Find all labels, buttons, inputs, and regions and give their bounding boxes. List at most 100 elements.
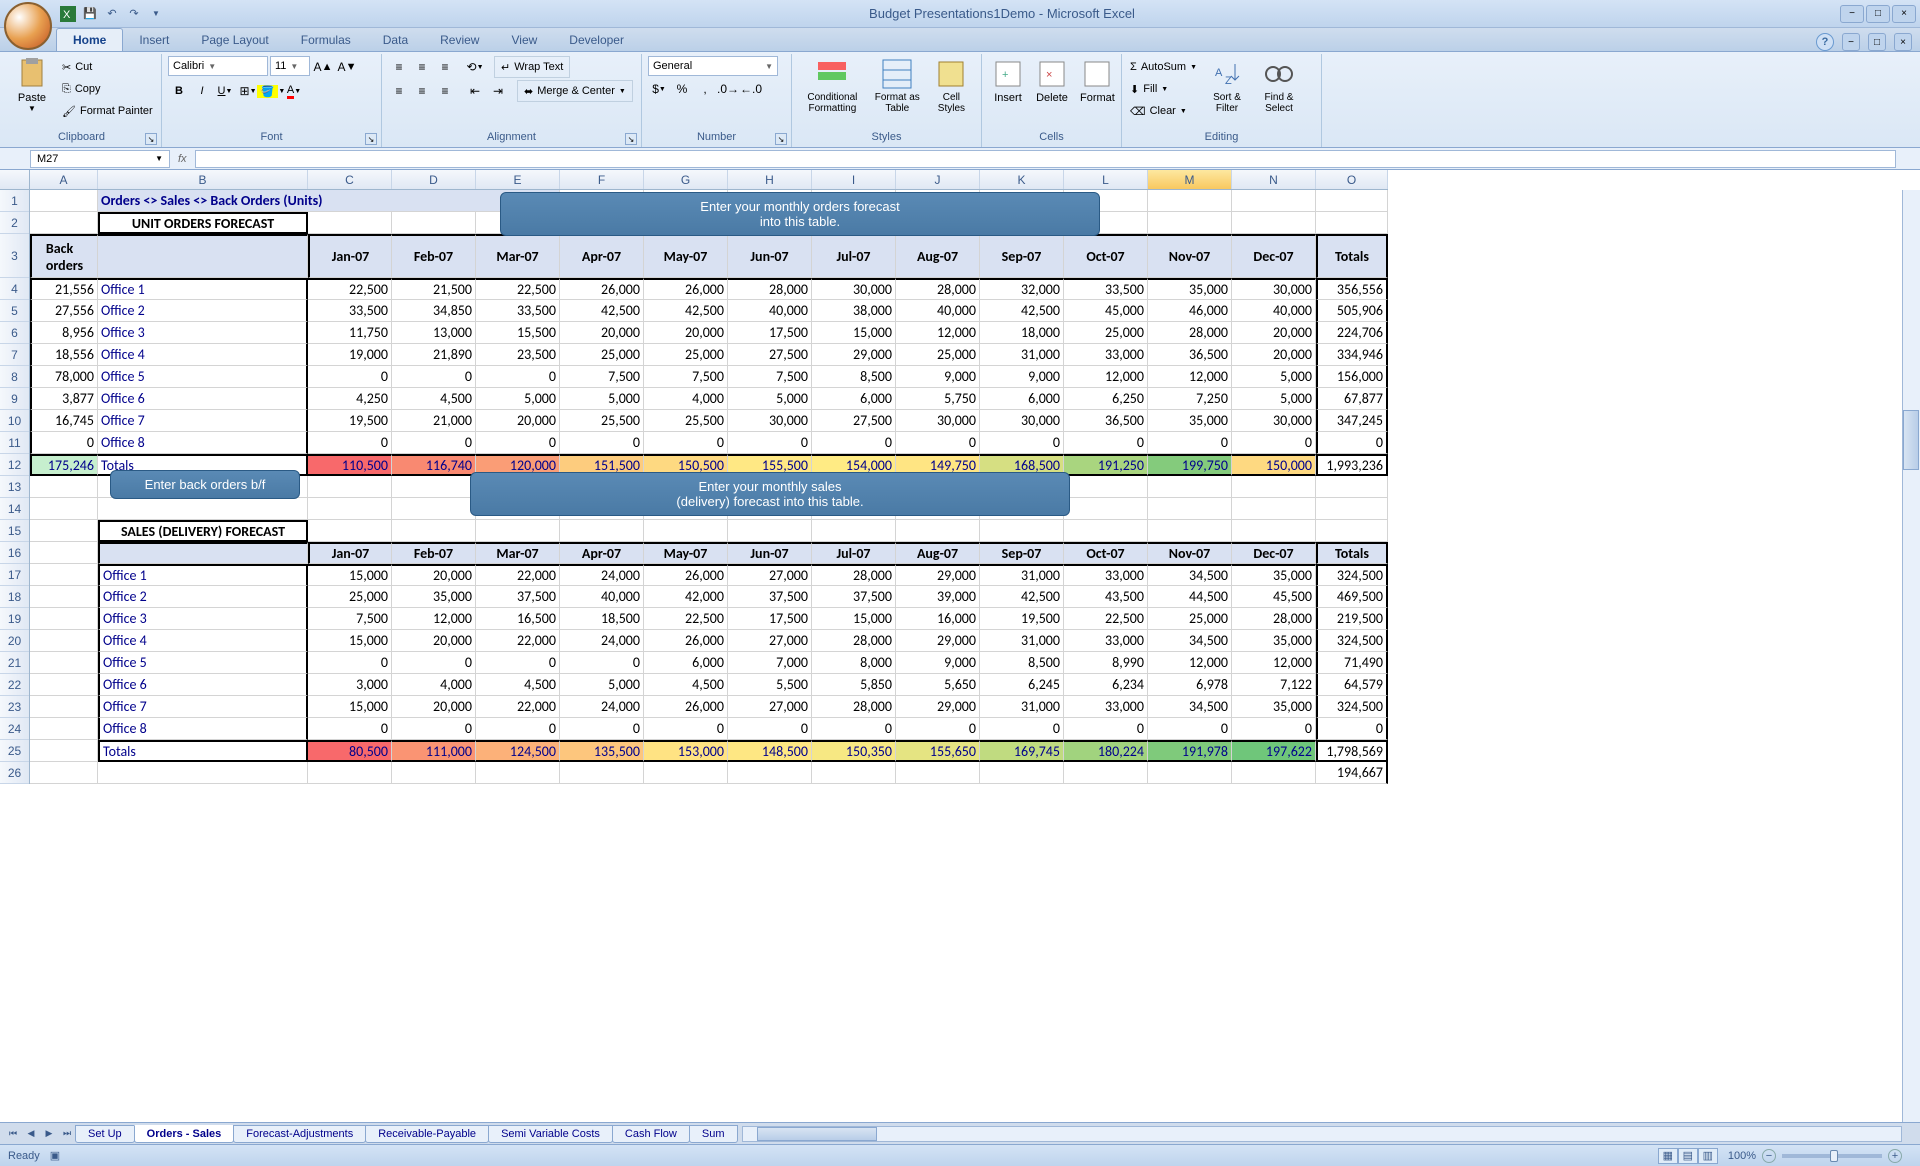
- insert-cells-button[interactable]: +Insert: [988, 56, 1028, 106]
- cell[interactable]: 7,500: [644, 366, 728, 388]
- cell[interactable]: 45,500: [1232, 586, 1316, 608]
- cell[interactable]: 5,000: [728, 388, 812, 410]
- cell[interactable]: 71,490: [1316, 652, 1388, 674]
- cell[interactable]: 1,993,236: [1316, 454, 1388, 476]
- cell[interactable]: 43,500: [1064, 586, 1148, 608]
- cell[interactable]: 12,000: [896, 322, 980, 344]
- clear-button[interactable]: ⌫Clear▼: [1128, 100, 1199, 122]
- cell[interactable]: [1232, 476, 1316, 498]
- font-color-button[interactable]: A▼: [283, 80, 305, 102]
- row-header-24[interactable]: 24: [0, 718, 29, 740]
- cell[interactable]: 219,500: [1316, 608, 1388, 630]
- cell[interactable]: 12,000: [1232, 652, 1316, 674]
- cell[interactable]: [1148, 212, 1232, 234]
- row-header-25[interactable]: 25: [0, 740, 29, 762]
- cell[interactable]: Apr-07: [560, 234, 644, 278]
- cell[interactable]: 8,990: [1064, 652, 1148, 674]
- cell[interactable]: 0: [1148, 432, 1232, 454]
- cell[interactable]: 33,000: [1064, 344, 1148, 366]
- bold-button[interactable]: B: [168, 80, 190, 102]
- col-header-H[interactable]: H: [728, 170, 812, 189]
- tab-developer[interactable]: Developer: [553, 29, 640, 51]
- row-header-1[interactable]: 1: [0, 190, 29, 212]
- row-header-13[interactable]: 13: [0, 476, 29, 498]
- cell[interactable]: 324,500: [1316, 696, 1388, 718]
- cell[interactable]: [1316, 498, 1388, 520]
- cell[interactable]: 31,000: [980, 344, 1064, 366]
- cell[interactable]: 469,500: [1316, 586, 1388, 608]
- cell[interactable]: 0: [1232, 432, 1316, 454]
- cell[interactable]: [1232, 520, 1316, 542]
- cell[interactable]: 33,500: [1064, 278, 1148, 300]
- cell[interactable]: 111,000: [392, 740, 476, 762]
- cell[interactable]: [30, 630, 98, 652]
- row-header-3[interactable]: 3: [0, 234, 29, 278]
- row-header-7[interactable]: 7: [0, 344, 29, 366]
- cell[interactable]: 22,000: [476, 564, 560, 586]
- cell[interactable]: 0: [30, 432, 98, 454]
- cell[interactable]: 0: [560, 652, 644, 674]
- row-header-14[interactable]: 14: [0, 498, 29, 520]
- cell[interactable]: 46,000: [1148, 300, 1232, 322]
- cell[interactable]: [30, 212, 98, 234]
- cell[interactable]: 6,250: [1064, 388, 1148, 410]
- underline-button[interactable]: U▼: [214, 80, 236, 102]
- cell[interactable]: [30, 762, 98, 784]
- cell[interactable]: 0: [812, 432, 896, 454]
- cell[interactable]: [644, 762, 728, 784]
- decrease-indent-button[interactable]: ⇤: [464, 80, 486, 102]
- cell[interactable]: 3,000: [308, 674, 392, 696]
- cell[interactable]: [1064, 762, 1148, 784]
- cell[interactable]: 28,000: [812, 696, 896, 718]
- cell[interactable]: Office 2: [98, 586, 308, 608]
- row-header-12[interactable]: 12: [0, 454, 29, 476]
- cell[interactable]: 33,500: [308, 300, 392, 322]
- cell[interactable]: 22,500: [476, 278, 560, 300]
- col-header-A[interactable]: A: [30, 170, 98, 189]
- align-right-button[interactable]: ≡: [434, 80, 456, 102]
- cell[interactable]: 20,000: [1232, 344, 1316, 366]
- col-header-K[interactable]: K: [980, 170, 1064, 189]
- cell[interactable]: 28,000: [812, 564, 896, 586]
- cell[interactable]: [1064, 476, 1148, 498]
- cell[interactable]: Aug-07: [896, 234, 980, 278]
- number-launcher[interactable]: ↘: [775, 133, 787, 145]
- cell[interactable]: [644, 520, 728, 542]
- cell[interactable]: [392, 498, 476, 520]
- cell[interactable]: 15,000: [308, 630, 392, 652]
- col-header-N[interactable]: N: [1232, 170, 1316, 189]
- cell[interactable]: 0: [1232, 718, 1316, 740]
- cell[interactable]: 12,000: [392, 608, 476, 630]
- cell[interactable]: 78,000: [30, 366, 98, 388]
- cell[interactable]: 40,000: [1232, 300, 1316, 322]
- cell[interactable]: 4,000: [392, 674, 476, 696]
- cell[interactable]: Office 3: [98, 322, 308, 344]
- comma-format-button[interactable]: ,: [694, 78, 716, 100]
- cell[interactable]: 12,000: [1148, 652, 1232, 674]
- col-header-M[interactable]: M: [1148, 170, 1232, 189]
- cell[interactable]: 23,500: [476, 344, 560, 366]
- cell[interactable]: Dec-07: [1232, 542, 1316, 564]
- cell[interactable]: 28,000: [812, 630, 896, 652]
- cell[interactable]: 15,500: [476, 322, 560, 344]
- help-icon[interactable]: ?: [1816, 33, 1834, 51]
- cell[interactable]: 6,000: [812, 388, 896, 410]
- cell[interactable]: 37,500: [728, 586, 812, 608]
- cell[interactable]: 35,000: [1232, 564, 1316, 586]
- cell[interactable]: 25,000: [644, 344, 728, 366]
- cell[interactable]: 67,877: [1316, 388, 1388, 410]
- cell[interactable]: [980, 762, 1064, 784]
- cell[interactable]: [30, 564, 98, 586]
- cell[interactable]: 20,000: [644, 322, 728, 344]
- cell[interactable]: 30,000: [728, 410, 812, 432]
- cell[interactable]: 34,500: [1148, 564, 1232, 586]
- cell[interactable]: 347,245: [1316, 410, 1388, 432]
- align-bottom-button[interactable]: ≡: [434, 56, 456, 78]
- row-header-17[interactable]: 17: [0, 564, 29, 586]
- cell[interactable]: 0: [476, 432, 560, 454]
- cell[interactable]: [1148, 520, 1232, 542]
- office-button[interactable]: [4, 2, 52, 50]
- cell[interactable]: 24,000: [560, 696, 644, 718]
- cell[interactable]: [1232, 212, 1316, 234]
- cell[interactable]: 13,000: [392, 322, 476, 344]
